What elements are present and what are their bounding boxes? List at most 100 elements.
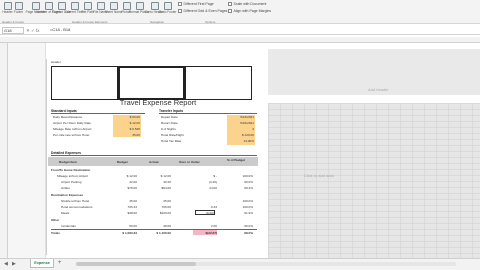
printed-page: Header Travel Expense Report Standard In… (46, 59, 274, 255)
total-over[interactable]: $(22.67) (179, 231, 217, 235)
cell-pct[interactable]: 96.0% (223, 224, 253, 228)
input-value[interactable]: 13.00% (227, 139, 255, 143)
header-left-section[interactable] (51, 66, 118, 100)
file-path-button[interactable]: File Path (81, 2, 94, 22)
cell-pct[interactable]: 100.0% (223, 174, 254, 178)
prev-sheet-icon[interactable]: ◀ (4, 261, 8, 267)
cell-pct[interactable]: 100.0% (223, 205, 254, 209)
cell-budget[interactable]: 35.00 (107, 199, 137, 203)
go-footer-icon (163, 2, 172, 10)
cell-actual[interactable]: $103.00 (141, 211, 171, 215)
different-odd-even-option[interactable]: Different Odd & Even Pages (178, 9, 227, 13)
checkbox-icon[interactable] (228, 9, 232, 13)
cell-actual[interactable]: 48.00 (141, 224, 171, 228)
table-row: Meals (61, 211, 70, 215)
cell-actual[interactable]: $54.00 (141, 186, 171, 190)
input-value[interactable]: 5/13/2021 (227, 115, 254, 119)
empty-page[interactable]: Click to add data (268, 103, 480, 258)
pages-icon (44, 2, 53, 10)
cell-budget[interactable]: 42.00 (107, 180, 137, 184)
fx-icon[interactable]: ✕ ✓ fx (26, 27, 40, 34)
header-button[interactable]: Header (2, 2, 13, 22)
input-value[interactable]: 3 (227, 127, 254, 131)
checkbox-icon[interactable] (228, 2, 232, 6)
footer-icon (14, 2, 23, 10)
input-value[interactable]: $ 60.00 (113, 115, 140, 119)
input-label: # of Nights (161, 127, 176, 131)
add-header-hint[interactable]: Add header (368, 87, 389, 92)
header-center-section[interactable] (118, 66, 185, 100)
cell-pct[interactable]: 91.9% (223, 211, 253, 215)
input-value[interactable]: $ 0.545 (113, 127, 140, 131)
column-header: % of Budget (227, 158, 246, 162)
cell-over[interactable]: - (179, 199, 217, 203)
header-right-section[interactable] (185, 66, 252, 100)
cell-actual[interactable]: $ 12.00 (141, 174, 171, 178)
row-headers[interactable] (0, 43, 8, 258)
current-time-button[interactable]: Current Time (65, 2, 84, 22)
format-picture-button[interactable]: Format Picture (129, 2, 150, 22)
input-value[interactable]: 35.00 (113, 133, 140, 137)
sheet-tab-bar: ◀ ▶ Expense + (0, 258, 480, 270)
column-header: Budget Item (59, 160, 77, 164)
add-data-hint[interactable]: Click to add data (304, 173, 334, 178)
input-value[interactable]: 5/16/2021 (227, 121, 254, 125)
input-value[interactable]: $ 129.00 (227, 133, 254, 137)
divider (51, 155, 257, 156)
page-layout-area: Header Travel Expense Report Standard In… (8, 43, 264, 258)
total-actual[interactable]: $ 1,106.00 (141, 231, 171, 235)
formula-input[interactable]: =C18 - B18 (50, 27, 470, 34)
cell-pct[interactable]: 69.2% (223, 186, 253, 190)
cell-over[interactable]: 0.33 (179, 205, 217, 209)
sheet-tab-expense[interactable]: Expense (30, 259, 54, 268)
cell-over[interactable]: $ - (179, 174, 217, 178)
scale-with-document-option[interactable]: Scale with Document (228, 2, 266, 6)
input-label: Return Date (161, 121, 178, 125)
cell-actual[interactable]: 46.20 (141, 180, 171, 184)
total-pct[interactable]: 98.0% (223, 231, 253, 235)
name-box[interactable]: G18 (2, 27, 24, 34)
column-header: Actual (149, 160, 159, 164)
input-value[interactable]: $ 12.00 (113, 121, 140, 125)
page-header-region[interactable]: Add header (268, 49, 480, 95)
scrollbar-thumb[interactable] (76, 262, 196, 266)
align-page-margins-option[interactable]: Align with Page Margins (228, 9, 271, 13)
table-row: Airport Parking (61, 180, 82, 184)
cell-budget[interactable]: $ 12.00 (107, 174, 137, 178)
cell-over[interactable]: (4.20) (179, 180, 217, 184)
footer-button[interactable]: Footer (13, 2, 24, 22)
clock-icon (70, 2, 79, 10)
group-label-header-footer: Header & Footer (2, 20, 25, 24)
cell-budget[interactable]: $38.00 (107, 211, 137, 215)
total-budget[interactable]: $ 1,083.33 (107, 231, 137, 235)
page-margin (8, 43, 46, 258)
sheet-icon (109, 2, 118, 10)
cell-budget[interactable]: 50.00 (107, 224, 137, 228)
sheet-name-button[interactable]: Sheet Name (105, 2, 122, 22)
cell-pct[interactable]: 100.0% (223, 199, 254, 203)
cell-budget[interactable]: 705.33 (107, 205, 137, 209)
cell-actual[interactable]: 35.00 (141, 199, 171, 203)
go-to-footer-button[interactable]: Go to Footer (159, 2, 176, 22)
checkbox-icon[interactable] (178, 2, 182, 6)
different-first-page-option[interactable]: Different First Page (178, 2, 214, 6)
divider (159, 113, 257, 114)
cell-pct[interactable]: 90.0% (223, 180, 253, 184)
header-label: Header (51, 60, 61, 64)
input-label: Per-mile rate to/from Hotel (53, 133, 90, 137)
horizontal-scrollbar[interactable] (76, 262, 456, 266)
checkbox-icon[interactable] (178, 9, 182, 13)
input-label: Mileage Rate to/from Airport (53, 127, 92, 131)
add-sheet-button[interactable]: + (58, 260, 62, 266)
cell-over[interactable]: 2.00 (179, 224, 217, 228)
cell-over[interactable]: 24.00 (179, 186, 217, 190)
totals-label: Totals (51, 231, 60, 235)
formula-bar: G18 ✕ ✓ fx =C18 - B18 (0, 26, 480, 35)
column-header: Over or Under (179, 160, 200, 164)
next-sheet-icon[interactable]: ▶ (12, 261, 16, 267)
go-header-icon (150, 2, 159, 10)
cell-budget[interactable]: $78.00 (107, 186, 137, 190)
cell-actual[interactable]: 705.00 (141, 205, 171, 209)
table-row: Incidentals (61, 224, 76, 228)
cell-over[interactable]: (9.00) (179, 211, 214, 215)
